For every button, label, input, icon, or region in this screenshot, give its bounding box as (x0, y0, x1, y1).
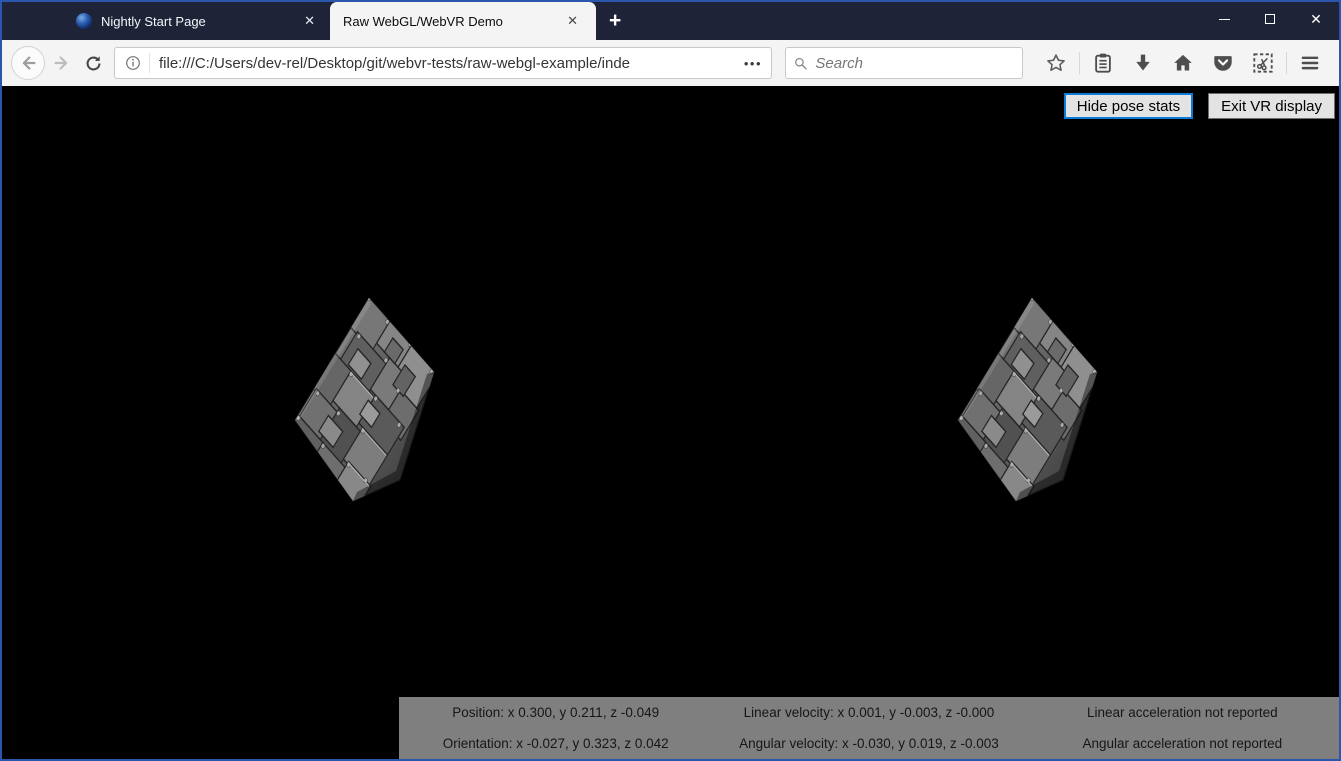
toolbar-divider (1079, 52, 1080, 74)
minimize-icon (1219, 19, 1230, 20)
tab-bar-spacer (2, 2, 66, 40)
toolbar-action-icons (1036, 51, 1330, 75)
pose-linear-velocity: Linear velocity: x 0.001, y -0.003, z -0… (712, 705, 1025, 720)
pose-stats-bar: Position: x 0.300, y 0.211, z -0.049 Lin… (399, 697, 1339, 759)
navigation-toolbar: ••• (2, 40, 1339, 86)
minimize-button[interactable] (1201, 2, 1247, 36)
url-bar[interactable]: ••• (114, 47, 772, 79)
nightly-globe-icon (76, 13, 92, 29)
screenshot-button[interactable] (1251, 51, 1275, 75)
downloads-button[interactable] (1131, 51, 1155, 75)
home-button[interactable] (1171, 51, 1195, 75)
tab-bar: Nightly Start Page ✕ Raw WebGL/WebVR Dem… (2, 2, 1339, 40)
left-eye-cube (295, 297, 436, 503)
star-icon (1045, 52, 1067, 74)
hamburger-icon (1299, 52, 1321, 74)
search-bar[interactable] (785, 47, 1023, 79)
search-input[interactable] (813, 54, 1015, 73)
refresh-icon (84, 54, 103, 73)
clipboard-icon (1092, 52, 1114, 74)
arrow-left-icon (17, 52, 39, 74)
download-arrow-icon (1132, 52, 1154, 74)
page-info-icon[interactable] (124, 54, 142, 72)
tab-raw-webgl-webvr-demo[interactable]: Raw WebGL/WebVR Demo ✕ (330, 2, 596, 40)
tab-close-icon[interactable]: ✕ (562, 12, 583, 30)
pocket-button[interactable] (1211, 51, 1235, 75)
page-actions-icon[interactable]: ••• (744, 56, 762, 71)
pose-position: Position: x 0.300, y 0.211, z -0.049 (399, 705, 712, 720)
home-icon (1172, 52, 1194, 74)
new-tab-button[interactable]: + (596, 2, 634, 40)
scissors-dashed-icon (1252, 52, 1274, 74)
maximize-icon (1265, 14, 1275, 24)
hide-pose-stats-button[interactable]: Hide pose stats (1064, 93, 1193, 119)
right-eye-cube (958, 297, 1099, 503)
back-button[interactable] (11, 46, 45, 80)
browser-window: Nightly Start Page ✕ Raw WebGL/WebVR Dem… (0, 0, 1341, 761)
url-bar-divider (149, 53, 150, 73)
webvr-canvas: Hide pose stats Exit VR display Position… (2, 86, 1339, 759)
pose-angular-acceleration: Angular acceleration not reported (1026, 736, 1339, 751)
forward-button[interactable] (50, 49, 74, 77)
search-icon (793, 55, 808, 72)
pose-orientation: Orientation: x -0.027, y 0.323, z 0.042 (399, 736, 712, 751)
library-button[interactable] (1091, 51, 1115, 75)
vr-control-buttons: Hide pose stats Exit VR display (1064, 93, 1335, 119)
menu-button[interactable] (1298, 51, 1322, 75)
window-controls: ✕ (1201, 2, 1339, 36)
pose-angular-velocity: Angular velocity: x -0.030, y 0.019, z -… (712, 736, 1025, 751)
url-input[interactable] (159, 55, 738, 72)
tab-title: Raw WebGL/WebVR Demo (343, 14, 562, 29)
close-window-button[interactable]: ✕ (1293, 2, 1339, 36)
tab-close-icon[interactable]: ✕ (299, 12, 320, 30)
tab-title: Nightly Start Page (101, 14, 299, 29)
close-icon: ✕ (1310, 12, 1322, 26)
maximize-button[interactable] (1247, 2, 1293, 36)
arrow-right-icon (51, 52, 73, 74)
pose-linear-acceleration: Linear acceleration not reported (1026, 705, 1339, 720)
exit-vr-display-button[interactable]: Exit VR display (1208, 93, 1335, 119)
tab-nightly-start-page[interactable]: Nightly Start Page ✕ (66, 2, 330, 40)
pocket-icon (1212, 52, 1234, 74)
toolbar-divider (1286, 52, 1287, 74)
bookmark-star-button[interactable] (1044, 51, 1068, 75)
reload-button[interactable] (82, 49, 106, 77)
